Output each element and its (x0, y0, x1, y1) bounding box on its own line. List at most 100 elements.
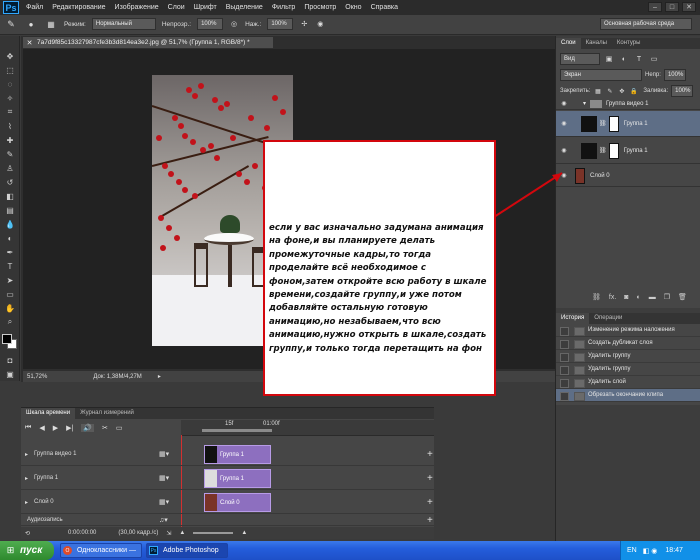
history-item[interactable]: Удалить слой (556, 376, 700, 389)
tab-timeline[interactable]: Шкала времени (21, 408, 76, 419)
close-button[interactable]: ✕ (682, 2, 696, 12)
layer-name[interactable]: Группа видео 1 (606, 101, 648, 107)
menu-image[interactable]: Изображение (115, 0, 159, 15)
new-group-icon[interactable]: ▬ (649, 294, 656, 301)
visibility-eye-icon[interactable]: ◉ (559, 146, 569, 156)
layer-kind-filter[interactable]: Вид (560, 53, 600, 65)
maximize-button[interactable]: □ (665, 2, 679, 12)
marquee-tool-icon[interactable]: ⬚ (3, 64, 17, 76)
go-to-first-frame-icon[interactable]: ⏮ (25, 424, 31, 432)
timeline-clip[interactable]: Группа 1 (204, 469, 271, 488)
filter-shape-icon[interactable]: ▭ (648, 53, 660, 65)
type-tool-icon[interactable]: T (3, 260, 17, 272)
new-layer-icon[interactable]: ❐ (664, 293, 670, 301)
brush-tool-preset-icon[interactable]: ✎ (4, 18, 18, 30)
zoom-tool-icon[interactable]: ⌕ (3, 316, 17, 328)
dodge-tool-icon[interactable]: ◐ (3, 232, 17, 244)
pressure-size-icon[interactable]: ◉ (315, 18, 325, 30)
audio-note-icon[interactable]: ♫▾ (159, 516, 168, 524)
tab-actions[interactable]: Операции (589, 313, 627, 324)
add-media-icon[interactable]: + (427, 449, 433, 460)
menu-layers[interactable]: Слои (168, 0, 185, 15)
quick-mask-icon[interactable]: ◘ (3, 354, 17, 366)
timeline-clip[interactable]: Слой 0 (204, 493, 271, 512)
brush-size-icon[interactable]: ● (24, 18, 38, 30)
menu-help[interactable]: Справка (371, 0, 398, 15)
gradient-tool-icon[interactable]: ▤ (3, 204, 17, 216)
tray-icons[interactable]: ◧ ◉ (643, 547, 658, 555)
eyedropper-tool-icon[interactable]: ⌇ (3, 120, 17, 132)
pressure-opacity-icon[interactable]: ◎ (229, 18, 239, 30)
minimize-button[interactable]: – (648, 2, 662, 12)
tab-measurement-log[interactable]: Журнал измерений (75, 408, 139, 419)
layer-name[interactable]: Группа 1 (624, 121, 648, 127)
convert-to-frame-icon[interactable]: ⟲ (25, 530, 30, 537)
hand-tool-icon[interactable]: ✋ (3, 302, 17, 314)
blend-mode-select[interactable]: Экран (560, 69, 642, 81)
fx-button[interactable]: fx. (609, 294, 616, 301)
menu-select[interactable]: Выделение (226, 0, 263, 15)
timeline-clip[interactable]: Группа 1 (204, 445, 271, 464)
mode-select[interactable]: Нормальный (91, 18, 156, 30)
time-ruler[interactable]: 15f 01:00f (181, 420, 434, 436)
layer-name[interactable]: Слой 0 (590, 173, 610, 179)
clone-stamp-tool-icon[interactable]: ♙ (3, 162, 17, 174)
tab-paths[interactable]: Контуры (612, 38, 646, 49)
menu-view[interactable]: Просмотр (304, 0, 336, 15)
work-area-bar[interactable] (202, 429, 272, 432)
screen-mode-icon[interactable]: ▣ (3, 368, 17, 380)
zoom-in-icon[interactable]: ▲ (241, 530, 247, 536)
render-icon[interactable]: ⇲ (166, 530, 171, 537)
brush-panel-icon[interactable]: ▦ (44, 18, 58, 30)
tab-history[interactable]: История (556, 313, 590, 324)
add-mask-icon[interactable]: ◙ (624, 294, 628, 301)
expand-arrow-icon[interactable]: ▾ (583, 100, 586, 107)
close-tab-icon[interactable]: ✕ (25, 38, 34, 47)
visibility-eye-icon[interactable]: ◉ (559, 119, 569, 129)
workspace-select[interactable]: Основная рабочая среда (600, 18, 692, 30)
airbrush-icon[interactable]: ✢ (299, 18, 309, 30)
opacity-input[interactable]: 100% (197, 18, 224, 30)
crop-tool-icon[interactable]: ⌗ (3, 106, 17, 118)
path-select-tool-icon[interactable]: ➤ (3, 274, 17, 286)
lock-pixels-icon[interactable]: ✎ (605, 87, 614, 96)
filter-adjust-icon[interactable]: ◐ (618, 53, 630, 65)
blur-tool-icon[interactable]: 💧 (3, 218, 17, 230)
track-expand-arrow-icon[interactable]: ▸ (25, 475, 28, 482)
shape-tool-icon[interactable]: ▭ (3, 288, 17, 300)
menu-type[interactable]: Шрифт (194, 0, 217, 15)
track-name[interactable]: Группа видео 1 (34, 451, 76, 457)
taskbar-item-photoshop[interactable]: Adobe Photoshop CS6 (146, 543, 228, 558)
layer-name[interactable]: Группа 1 (624, 148, 648, 154)
quick-select-tool-icon[interactable]: ✧ (3, 92, 17, 104)
track-expand-arrow-icon[interactable]: ▸ (25, 451, 28, 458)
history-item[interactable]: Удалить группу (556, 363, 700, 376)
move-tool-icon[interactable]: ✥ (3, 50, 17, 62)
layer-row-video-group[interactable]: ◉ ▾ Группа видео 1 (556, 98, 700, 110)
tab-layers[interactable]: Слои (556, 38, 581, 49)
history-item[interactable]: Удалить группу (556, 350, 700, 363)
pen-tool-icon[interactable]: ✒ (3, 246, 17, 258)
audio-toggle-icon[interactable]: 🔊 (81, 424, 95, 432)
clock[interactable]: 18:47 (665, 547, 683, 554)
history-item[interactable]: Создать дубликат слоя (556, 337, 700, 350)
filter-pixel-icon[interactable]: ▣ (603, 53, 615, 65)
layer-row-group1[interactable]: ◉ ⛓ Группа 1 (556, 138, 700, 164)
zoom-out-icon[interactable]: ▲ (179, 530, 185, 536)
previous-frame-icon[interactable]: ◀ (39, 424, 44, 432)
pressure-input[interactable]: 100% (267, 18, 294, 30)
brush-tool-icon[interactable]: ✎ (3, 148, 17, 160)
add-media-icon[interactable]: + (427, 473, 433, 484)
menu-file[interactable]: Файл (26, 0, 43, 15)
track-options-icon[interactable]: ▦▾ (159, 498, 169, 506)
layer-row-layer0[interactable]: ◉ Слой 0 (556, 165, 700, 187)
track-name[interactable]: Группа 1 (34, 475, 58, 481)
delete-layer-icon[interactable]: 🗑 (678, 293, 687, 301)
color-swatches[interactable] (2, 334, 19, 354)
play-icon[interactable]: ▶ (53, 424, 58, 432)
track-options-icon[interactable]: ▦▾ (159, 450, 169, 458)
taskbar-item-browser[interactable]: Одноклассники — О... (60, 543, 142, 558)
lock-all-icon[interactable]: 🔒 (629, 87, 638, 96)
healing-tool-icon[interactable]: ✚ (3, 134, 17, 146)
track-name[interactable]: Слой 0 (34, 499, 54, 505)
